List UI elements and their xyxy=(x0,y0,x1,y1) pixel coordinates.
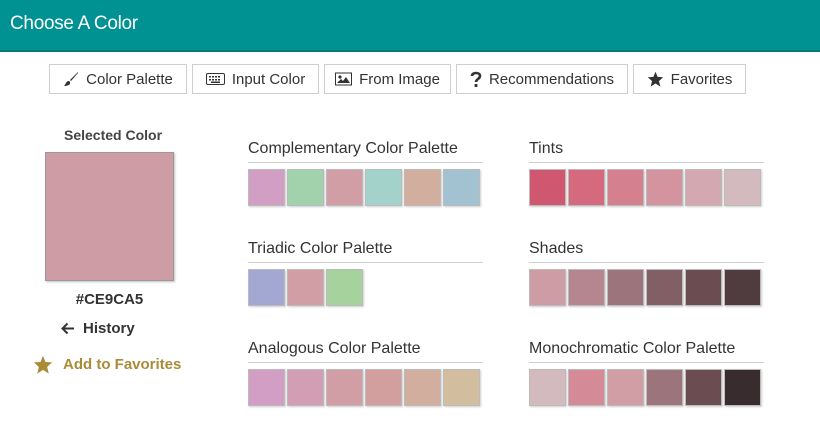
color-swatch[interactable] xyxy=(248,269,285,306)
history-label: History xyxy=(83,320,135,337)
color-swatch[interactable] xyxy=(724,269,761,306)
tab-recommendations[interactable]: Recommendations xyxy=(456,64,628,94)
palette-title-tints: Tints xyxy=(529,139,764,163)
palette-title-monochromatic: Monochromatic Color Palette xyxy=(529,339,764,363)
palette-shades xyxy=(529,269,763,306)
tab-favorites[interactable]: Favorites xyxy=(633,64,746,94)
color-swatch[interactable] xyxy=(529,169,566,206)
color-swatch[interactable] xyxy=(365,169,402,206)
color-swatch[interactable] xyxy=(248,369,285,406)
color-swatch[interactable] xyxy=(404,369,441,406)
palette-title-analogous: Analogous Color Palette xyxy=(248,339,483,363)
color-swatch[interactable] xyxy=(365,369,402,406)
color-swatch[interactable] xyxy=(443,369,480,406)
selected-color-swatch xyxy=(45,152,174,281)
brush-icon xyxy=(64,72,79,86)
color-swatch[interactable] xyxy=(287,369,324,406)
color-swatch[interactable] xyxy=(287,169,324,206)
palette-tints xyxy=(529,169,763,206)
color-swatch[interactable] xyxy=(685,369,722,406)
color-swatch[interactable] xyxy=(248,169,285,206)
palette-title-triadic: Triadic Color Palette xyxy=(248,239,483,263)
color-swatch[interactable] xyxy=(326,269,363,306)
color-swatch[interactable] xyxy=(529,369,566,406)
add-to-favorites-label: Add to Favorites xyxy=(63,356,182,373)
tab-from-image[interactable]: From Image xyxy=(324,64,451,94)
image-icon xyxy=(335,72,353,86)
color-swatch[interactable] xyxy=(443,169,480,206)
palette-analogous xyxy=(248,369,482,406)
tab-label: Recommendations xyxy=(488,70,615,88)
tab-label: Color Palette xyxy=(86,70,173,88)
color-swatch[interactable] xyxy=(568,269,605,306)
color-swatch[interactable] xyxy=(685,169,722,206)
tab-input-color[interactable]: Input Color xyxy=(192,64,319,94)
color-swatch[interactable] xyxy=(724,169,761,206)
color-swatch[interactable] xyxy=(568,369,605,406)
keyboard-icon xyxy=(205,73,225,85)
question-icon xyxy=(470,71,482,87)
color-swatch[interactable] xyxy=(326,169,363,206)
color-swatch[interactable] xyxy=(607,169,644,206)
color-swatch[interactable] xyxy=(646,169,683,206)
tab-label: Favorites xyxy=(670,70,733,88)
color-swatch[interactable] xyxy=(646,369,683,406)
selected-color-title: Selected Color xyxy=(63,127,163,143)
color-swatch[interactable] xyxy=(568,169,605,206)
tab-label: From Image xyxy=(359,70,440,88)
color-swatch[interactable] xyxy=(326,369,363,406)
page-title: Choose A Color xyxy=(10,13,138,34)
color-swatch[interactable] xyxy=(685,269,722,306)
tab-color-palette[interactable]: Color Palette xyxy=(49,64,187,94)
palette-triadic xyxy=(248,269,365,306)
star-icon xyxy=(647,71,663,87)
star-icon xyxy=(33,355,53,374)
color-swatch[interactable] xyxy=(404,169,441,206)
color-swatch[interactable] xyxy=(529,269,566,306)
color-swatch[interactable] xyxy=(607,369,644,406)
palette-title-shades: Shades xyxy=(529,239,764,263)
tab-label: Input Color xyxy=(231,70,306,88)
color-swatch[interactable] xyxy=(724,369,761,406)
color-swatch[interactable] xyxy=(646,269,683,306)
palette-complementary xyxy=(248,169,482,206)
color-swatch[interactable] xyxy=(287,269,324,306)
palette-title-complementary: Complementary Color Palette xyxy=(248,139,483,163)
add-to-favorites-button[interactable]: Add to Favorites xyxy=(33,355,181,374)
palette-monochromatic xyxy=(529,369,763,406)
color-swatch[interactable] xyxy=(607,269,644,306)
arrow-left-icon xyxy=(61,322,74,335)
selected-color-hex: #CE9CA5 xyxy=(75,291,144,308)
history-link[interactable]: History xyxy=(60,320,135,337)
app-header: Choose A Color xyxy=(0,0,820,52)
